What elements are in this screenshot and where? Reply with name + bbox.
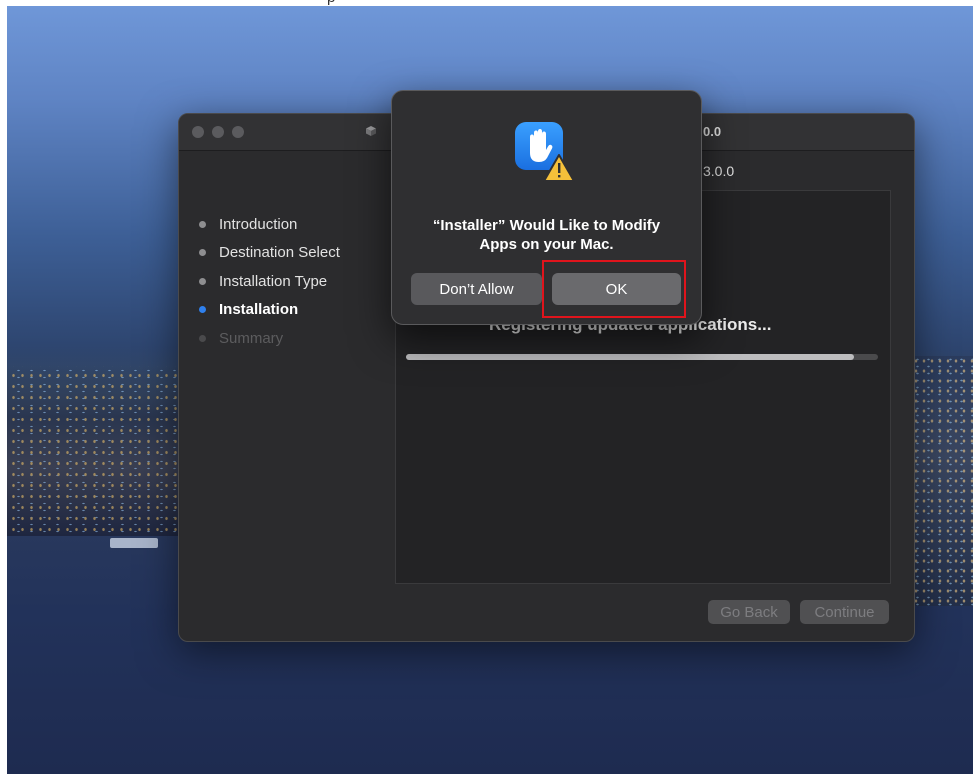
window-title: 0.0: [703, 124, 722, 139]
step-destination-select: Destination Select: [199, 239, 340, 268]
step-label: Introduction: [219, 215, 298, 233]
step-bullet-icon: [199, 306, 206, 314]
wallpaper-city-right: [912, 356, 973, 606]
progress-fill: [406, 354, 855, 360]
step-label: Summary: [219, 329, 284, 347]
zoom-window-button[interactable]: [232, 126, 244, 138]
dialog-message-line-1: “Installer” Would Like to Modify: [432, 217, 661, 234]
step-introduction: Introduction: [199, 210, 340, 239]
installation-progress-bar: [406, 354, 878, 360]
screenshot-frame: 0.0 3.0.0 Introduction Destination Selec…: [7, 6, 973, 774]
installer-steps-list: Introduction Destination Select Installa…: [199, 210, 340, 353]
step-bullet-icon: [199, 220, 206, 228]
dialog-message: “Installer” Would Like to Modify Apps on…: [406, 216, 687, 254]
installer-subtitle: 3.0.0: [703, 163, 735, 179]
step-summary: Summary: [199, 324, 340, 353]
step-installation: Installation: [199, 296, 340, 325]
step-label: Installation: [219, 301, 299, 319]
close-window-button[interactable]: [192, 126, 204, 138]
dialog-message-line-2: Apps on your Mac.: [479, 236, 614, 253]
step-bullet-icon: [199, 334, 206, 342]
step-bullet-icon: [199, 249, 206, 257]
wallpaper-ferry: [110, 538, 158, 548]
step-label: Destination Select: [219, 244, 340, 262]
continue-button[interactable]: Continue: [800, 600, 889, 624]
step-installation-type: Installation Type: [199, 267, 340, 296]
package-icon: [366, 126, 376, 136]
hand-stop-warning-icon: [515, 122, 575, 182]
step-bullet-icon: [199, 277, 206, 285]
go-back-button[interactable]: Go Back: [708, 600, 790, 624]
wallpaper-city-left: [7, 366, 187, 536]
dont-allow-button[interactable]: Don’t Allow: [411, 273, 542, 305]
minimize-window-button[interactable]: [212, 126, 224, 138]
ok-button-highlight-box: [542, 260, 686, 318]
step-label: Installation Type: [219, 272, 328, 290]
